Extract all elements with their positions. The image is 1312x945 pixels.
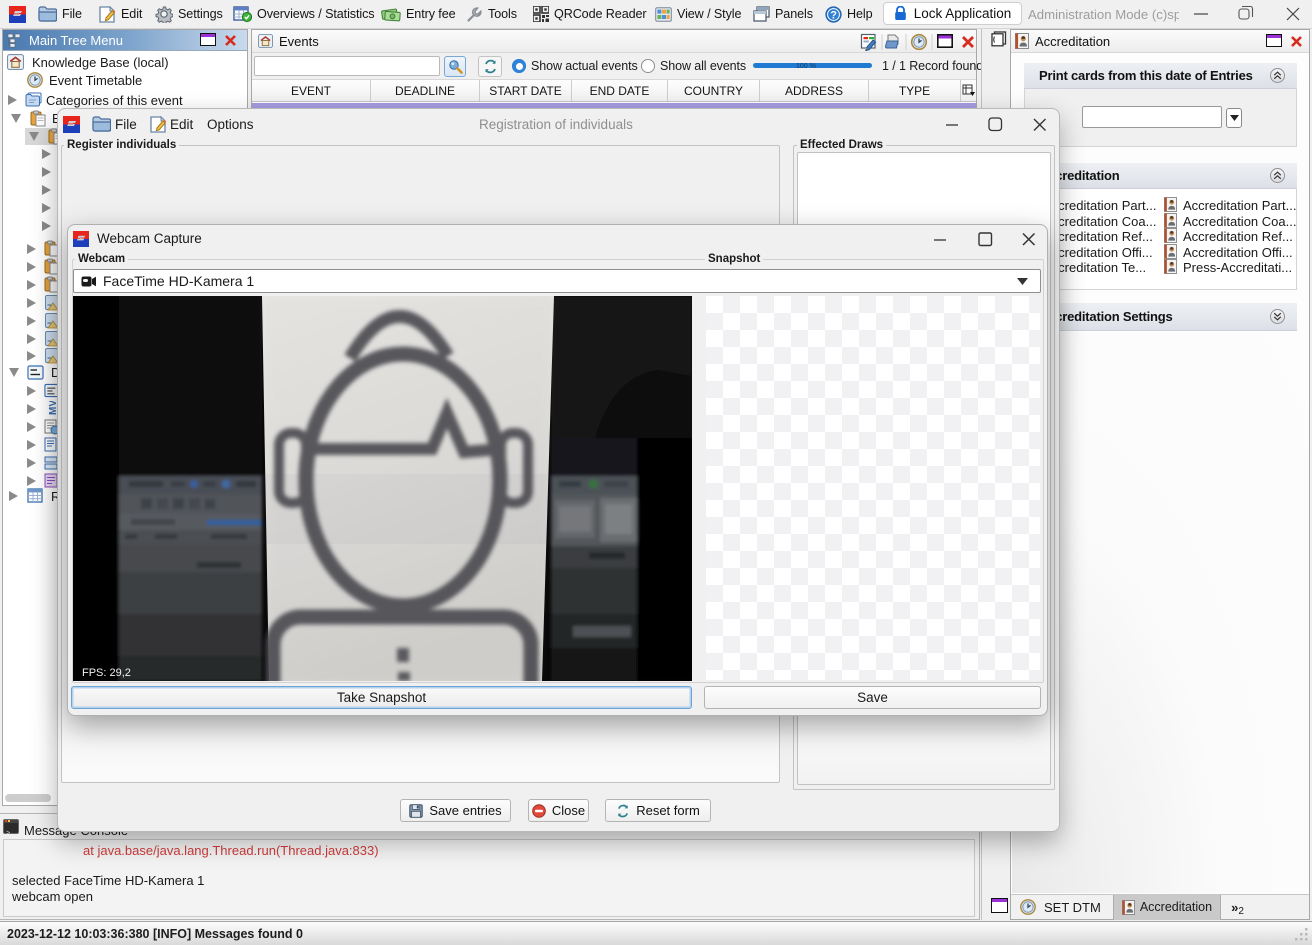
svg-text:?: ? [830,9,837,21]
svg-text:FPS: 29,2: FPS: 29,2 [82,667,131,679]
